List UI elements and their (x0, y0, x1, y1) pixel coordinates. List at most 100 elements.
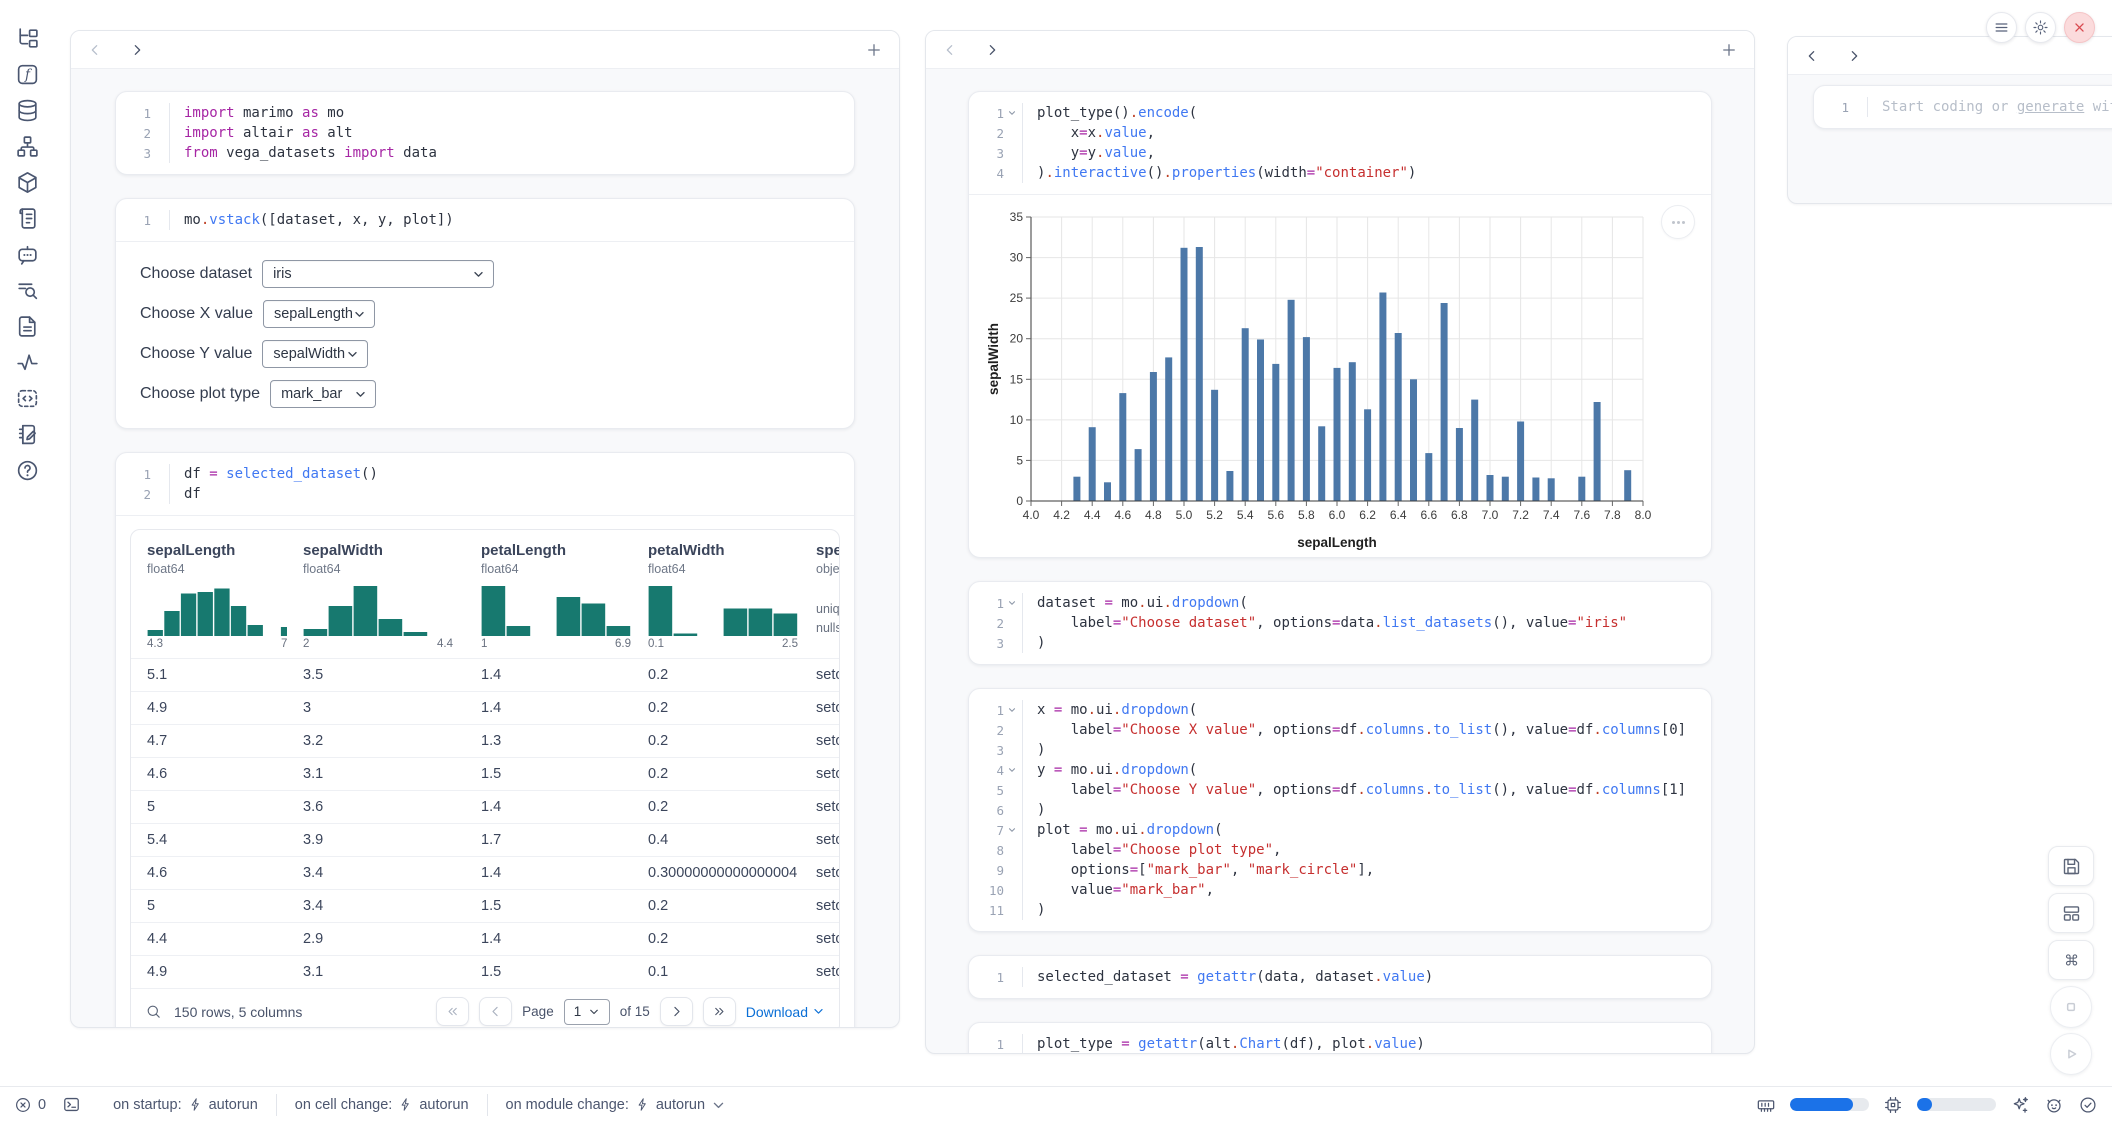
code-cell-vstack: 1mo.vstack([dataset, x, y, plot]) Choose… (115, 198, 855, 429)
svg-text:f: f (23, 67, 32, 83)
stop-button[interactable] (2050, 986, 2092, 1028)
add-cell-button[interactable] (865, 41, 883, 59)
settings-button[interactable] (2025, 12, 2056, 43)
runtime-setting-on-module-change[interactable]: on module change:autorun (487, 1094, 744, 1116)
logs-icon[interactable] (15, 206, 40, 231)
connection-status-icon[interactable] (2078, 1095, 2098, 1115)
scratchpad-placeholder-suffix: with (2084, 99, 2112, 115)
dependency-graph-icon[interactable] (15, 134, 40, 159)
svg-text:4.0: 4.0 (1023, 508, 1040, 522)
first-page-button[interactable] (436, 997, 469, 1026)
code-editor[interactable]: 12df = selected_dataset()df (116, 453, 854, 515)
add-cell-button[interactable] (1720, 41, 1738, 59)
stop-icon (2061, 997, 2081, 1017)
code-editor[interactable]: 1mo.vstack([dataset, x, y, plot]) (116, 199, 854, 241)
fold-spacer (1004, 744, 1019, 756)
next-page-button[interactable] (660, 997, 693, 1026)
column-header[interactable]: petalWidth (648, 542, 800, 559)
chevron-right-icon[interactable] (129, 42, 145, 58)
tracing-icon[interactable] (15, 350, 40, 375)
fold-chevron-icon[interactable] (1004, 764, 1019, 776)
file-tree-icon[interactable] (15, 26, 40, 51)
column-type: objec (816, 562, 839, 576)
column-header[interactable]: sepalWidth (303, 542, 465, 559)
column-header[interactable]: sepalLength (147, 542, 287, 559)
choose-plot-type-select[interactable]: mark_bar (270, 380, 376, 408)
chevron-left-icon[interactable] (1804, 48, 1820, 64)
column-header[interactable]: petalLength (481, 542, 632, 559)
database-icon[interactable] (15, 98, 40, 123)
runtime-setting-on-startup[interactable]: on startup:autorun (95, 1094, 276, 1116)
scratchpad-icon[interactable] (15, 422, 40, 447)
line-number: 2 (996, 616, 1004, 631)
menu-button[interactable] (1986, 12, 2017, 43)
code-editor[interactable]: 1plot_type = getattr(alt.Chart(df), plot… (969, 1023, 1711, 1054)
download-button[interactable]: Download (746, 1004, 825, 1020)
chat-icon[interactable] (15, 242, 40, 267)
last-page-button[interactable] (703, 997, 736, 1026)
table-row[interactable]: 4.42.91.40.2setos (131, 922, 839, 955)
table-row[interactable]: 4.63.11.50.2setos (131, 757, 839, 790)
search-icon[interactable] (145, 1003, 162, 1020)
bar-chart[interactable]: 4.04.24.44.64.85.05.25.45.65.86.06.26.46… (985, 203, 1701, 555)
code-editor[interactable]: 1234567891011x = mo.ui.dropdown( label="… (969, 689, 1711, 931)
column-type: float64 (648, 562, 800, 576)
column-header[interactable]: speci (816, 542, 839, 559)
form-row: Choose Y valuesepalWidth (140, 340, 830, 368)
fold-chevron-icon[interactable] (1004, 824, 1019, 836)
outline-search-icon[interactable] (15, 278, 40, 303)
form-row: Choose plot typemark_bar (140, 380, 830, 408)
documentation-icon[interactable] (15, 314, 40, 339)
table-row[interactable]: 4.63.41.40.30000000000000004setos (131, 856, 839, 889)
shutdown-button[interactable] (2064, 12, 2095, 43)
snippets-icon[interactable] (15, 386, 40, 411)
choose-dataset-select[interactable]: iris (262, 260, 494, 288)
code-editor[interactable]: 1234plot_type().encode( x=x.value, y=y.v… (969, 92, 1711, 194)
error-indicator[interactable]: 0 (14, 1096, 46, 1114)
chevron-right-icon[interactable] (1846, 48, 1862, 64)
prev-page-button[interactable] (479, 997, 512, 1026)
scratchpad-editor[interactable]: 1 Start coding or generate with (1814, 86, 2112, 128)
chevron-left-icon[interactable] (942, 42, 958, 58)
generate-link[interactable]: generate (2017, 99, 2084, 115)
help-icon[interactable] (15, 458, 40, 483)
dataframe-table: sepalLengthfloat644.37.9sepalWidthfloat6… (116, 529, 854, 1028)
code-editor[interactable]: 123import marimo as moimport altair as a… (116, 92, 854, 174)
terminal-button[interactable] (62, 1095, 81, 1114)
fold-spacer (1004, 127, 1019, 139)
assistant-icon[interactable] (2044, 1095, 2064, 1115)
table-row[interactable]: 5.43.91.70.4setos (131, 823, 839, 856)
save-button[interactable] (2048, 846, 2094, 886)
keyboard-shortcuts-button[interactable]: ⌘ (2048, 940, 2094, 980)
chevron-left-icon[interactable] (87, 42, 103, 58)
run-button[interactable] (2050, 1033, 2092, 1075)
ai-sparkles-icon[interactable] (2010, 1095, 2030, 1115)
fold-chevron-icon[interactable] (1004, 704, 1019, 716)
functions-icon[interactable]: f (15, 62, 40, 87)
table-row[interactable]: 5.13.51.40.2setos (131, 658, 839, 691)
table-row[interactable]: 53.41.50.2setos (131, 889, 839, 922)
chevron-right-icon[interactable] (984, 42, 1000, 58)
fold-spacer (1004, 784, 1019, 796)
code-editor[interactable]: 123dataset = mo.ui.dropdown( label="Choo… (969, 582, 1711, 664)
fold-spacer (1004, 724, 1019, 736)
page-word: Page (522, 1004, 554, 1019)
choose-y-value-select[interactable]: sepalWidth (262, 340, 368, 368)
fold-chevron-icon[interactable] (1004, 107, 1019, 119)
fold-spacer (151, 127, 166, 139)
table-row[interactable]: 4.73.21.30.2setos (131, 724, 839, 757)
fold-chevron-icon[interactable] (1004, 597, 1019, 609)
table-row[interactable]: 53.61.40.2setos (131, 790, 839, 823)
runtime-setting-on-cell-change[interactable]: on cell change:autorun (276, 1094, 487, 1116)
chart-actions-button[interactable] (1661, 205, 1695, 239)
page-select[interactable]: 1 (564, 999, 610, 1025)
line-number: 10 (989, 883, 1004, 898)
packages-icon[interactable] (15, 170, 40, 195)
choose-x-value-select[interactable]: sepalLength (263, 300, 375, 328)
line-number: 2 (996, 126, 1004, 141)
layout-button[interactable] (2048, 893, 2094, 933)
table-row[interactable]: 4.93.11.50.1setos (131, 955, 839, 988)
table-row[interactable]: 4.931.40.2setos (131, 691, 839, 724)
code-editor[interactable]: 1selected_dataset = getattr(data, datase… (969, 956, 1711, 998)
line-number: 8 (996, 843, 1004, 858)
